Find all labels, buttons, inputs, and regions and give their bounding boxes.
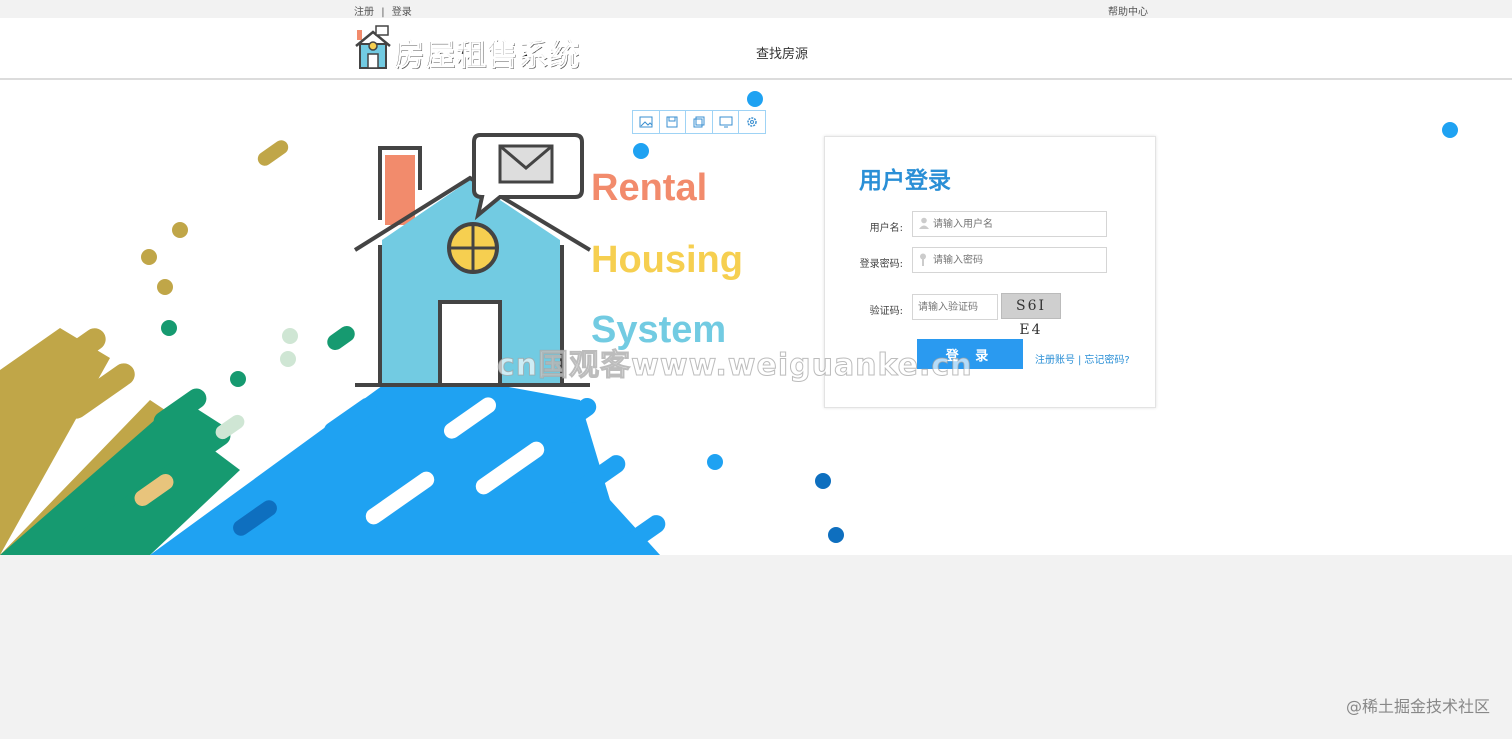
captcha-image[interactable]: S6I E4 [1001,293,1061,338]
hero-word-rental: Rental [591,167,707,209]
login-links: 注册账号 | 忘记密码? [1035,351,1130,366]
monitor-icon[interactable] [713,111,740,133]
register-account-link[interactable]: 注册账号 [1035,355,1075,366]
captcha-field[interactable] [912,294,998,320]
register-link[interactable]: 注册 [354,7,374,18]
help-link[interactable]: 帮助中心 [1108,3,1148,18]
site-watermark: cn国观客www.weiguanke.cn [497,348,973,384]
nav-find-housing[interactable]: 查找房源 [756,43,808,62]
blue-splash [150,91,1458,555]
key-icon [919,253,927,270]
hero-illustration: Rental Housing System [0,91,1458,555]
username-input[interactable] [913,212,1106,236]
gear-icon[interactable] [739,111,765,133]
username-label: 用户名: [869,223,903,234]
top-links: 注册 | 登录 [354,3,416,18]
header: 房屋租售系统 查找房源 [0,18,1512,80]
save-icon[interactable] [660,111,687,133]
user-icon [919,217,929,232]
username-field[interactable] [912,211,1107,237]
link-separator: | [1078,355,1082,366]
image-icon[interactable] [633,111,660,133]
forgot-password-link[interactable]: 忘记密码? [1084,355,1129,366]
top-link-separator: | [381,7,385,18]
top-bar: 注册 | 登录 帮助中心 [0,0,1512,18]
login-title: 用户登录 [859,168,951,194]
password-input[interactable] [913,248,1106,272]
corner-watermark: @稀土掘金技术社区 [1345,697,1490,716]
image-toolbar [632,110,766,134]
login-link[interactable]: 登录 [392,7,412,18]
captcha-label: 验证码: [869,306,903,317]
captcha-input[interactable] [913,295,997,319]
house-logo-icon [355,25,391,69]
copy-icon[interactable] [686,111,713,133]
password-label: 登录密码: [859,259,903,270]
password-field[interactable] [912,247,1107,273]
logo[interactable]: 房屋租售系统 [354,24,580,74]
hero-banner: Rental Housing System [0,80,1512,555]
site-title: 房屋租售系统 [394,38,580,74]
hero-word-housing: Housing [591,239,743,281]
